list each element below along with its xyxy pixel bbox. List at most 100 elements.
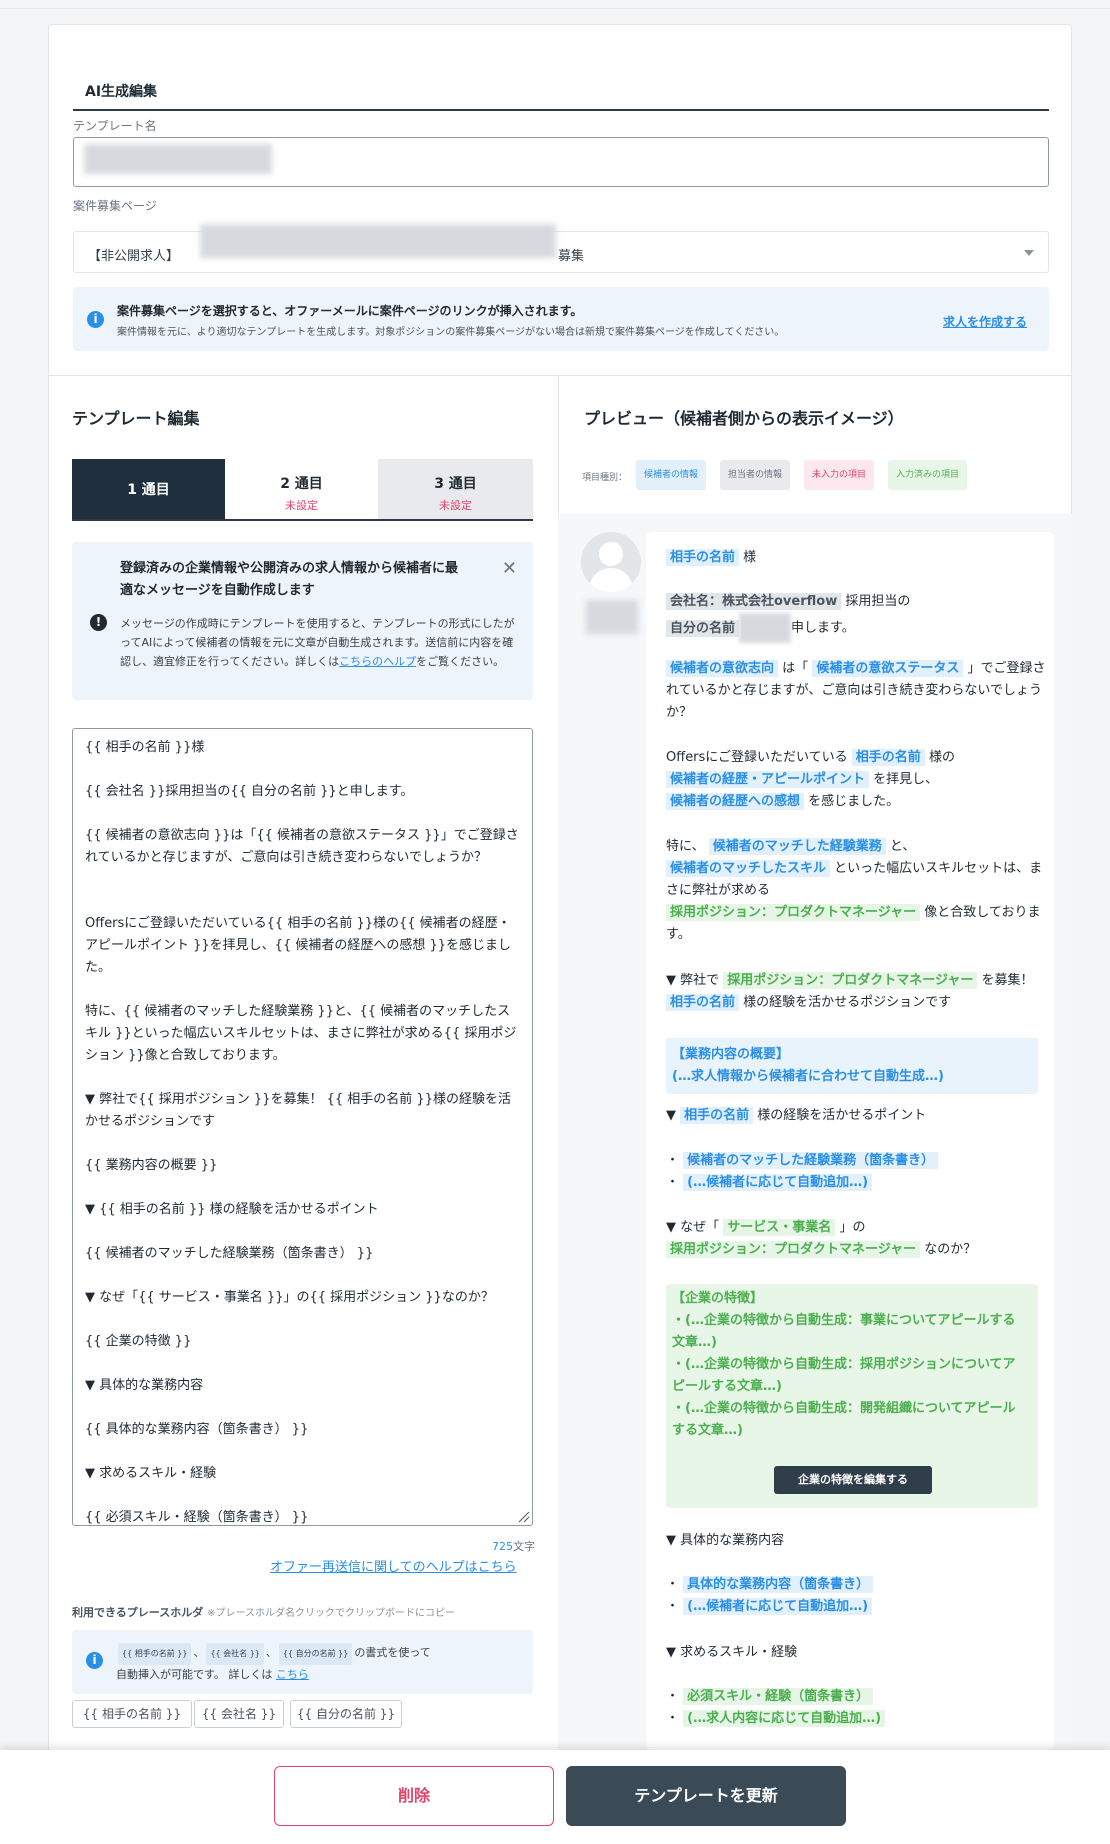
template-name-label: テンプレート名: [73, 119, 157, 133]
help-link[interactable]: こちらのヘルプ: [339, 655, 416, 668]
create-job-link[interactable]: 求人を作成する: [943, 313, 1027, 330]
char-unit: 文字: [513, 1540, 535, 1553]
job-page-label: 案件募集ページ: [73, 199, 157, 213]
placeholder-help-link[interactable]: こちら: [276, 1668, 309, 1681]
info-icon: i: [87, 311, 104, 328]
placeholder-label: 利用できるプレースホルダ ※プレースホルダ名クリックでクリップボードにコピー: [72, 1604, 455, 1620]
editor-line: ▼ {{ 相手の名前 }} 様の経験を活かせるポイント: [85, 1202, 379, 1217]
placeholder-info: i {{ 相手の名前 }}、{{ 会社名 }}、{{ 自分の名前 }} の書式を使…: [72, 1630, 533, 1694]
preview-intent: 候補者の意欲志向 は「 候補者の意欲ステータス 」でご登録されているかと存じます…: [666, 660, 1046, 720]
features-title: 【企業の特徴】: [672, 1291, 764, 1306]
placeholder-note: ※プレースホルダ名クリックでクリップボードにコピー: [207, 1608, 455, 1619]
section-divider: [49, 375, 1071, 376]
top-divider: [0, 8, 1110, 9]
update-template-button[interactable]: テンプレートを更新: [566, 1766, 846, 1826]
close-icon[interactable]: ✕: [502, 558, 517, 579]
edit-company-features-button[interactable]: 企業の特徴を編集する: [774, 1466, 932, 1494]
ai-notice-body: メッセージの作成時にテンプレートを使用すると、テンプレートの形式にしたがってAI…: [120, 614, 520, 671]
separator: 、: [265, 1646, 277, 1659]
preview-detail-list: ・ 具体的な業務内容（箇条書き）・ (…候補者に応じて自動追加…): [666, 1574, 1051, 1618]
editor-line: {{ 企業の特徴 }}: [85, 1334, 192, 1349]
features-item: ・(…企業の特徴から自動生成：事業についてアピールする文章…): [672, 1313, 1016, 1350]
editor-line: {{ 会社名 }}採用担当の{{ 自分の名前 }}と申します。: [85, 784, 414, 799]
tab-message-3-status: 未設定: [439, 499, 472, 512]
job-page-info-title: 案件募集ページを選択すると、オファーメールに案件ページのリンクが挿入されます。: [117, 304, 583, 318]
char-count: 725: [492, 1540, 513, 1553]
editor-line: {{ 候補者のマッチした経験業務（箇条書き） }}: [85, 1246, 374, 1261]
placeholder-info-text: {{ 相手の名前 }}、{{ 会社名 }}、{{ 自分の名前 }} の書式を使って…: [116, 1643, 431, 1685]
resize-handle-icon[interactable]: [516, 1509, 530, 1523]
placeholder-chip: {{ 会社名 }}: [206, 1643, 264, 1665]
delete-button[interactable]: 削除: [274, 1766, 554, 1826]
tab-message-3-label: 3 通目: [434, 476, 477, 492]
placeholder-info-text1: の書式を使って: [354, 1646, 431, 1659]
preview-greeting: 相手の名前 様: [666, 547, 1051, 569]
chevron-down-icon[interactable]: [1024, 250, 1034, 256]
placeholder-button-company[interactable]: {{ 会社名 }}: [194, 1700, 284, 1728]
features-item: ・(…企業の特徴から自動生成：開発組織についてアピールする文章…): [672, 1401, 1016, 1438]
editor-line: ▼ 弊社で{{ 採用ポジション }}を募集！ {{ 相手の名前 }}様の経験を活…: [85, 1092, 511, 1129]
alert-icon: !: [90, 614, 107, 631]
resend-help-link[interactable]: オファー再送信に関してのヘルプはこちら: [270, 1556, 517, 1575]
ai-notice: 登録済みの企業情報や公開済みの求人情報から候補者に最適なメッセージを自動作成しま…: [72, 542, 533, 700]
placeholder-button-name[interactable]: {{ 相手の名前 }}: [72, 1700, 192, 1728]
legend-label: 項目種別：: [582, 473, 628, 483]
legend-candidate: 候補者の情報: [636, 460, 707, 490]
editor-line: {{ 候補者の意欲志向 }}は「{{ 候補者の意欲ステータス }}」でご登録され…: [85, 828, 519, 865]
preview-required-list: ・ 必須スキル・経験（箇条書き）・ (…求人内容に応じて自動追加…): [666, 1686, 1051, 1730]
avatar: [581, 532, 641, 592]
editor-line: ▼ なぜ「{{ サービス・事業名 }}」の{{ 採用ポジション }}なのか？: [85, 1290, 494, 1305]
preview-point-list: ・ 候補者のマッチした経験業務（箇条書き）・ (…候補者に応じて自動追加…): [666, 1150, 1051, 1194]
editor-line: {{ 必須スキル・経験（箇条書き） }}: [85, 1510, 309, 1525]
legend-staff: 担当者の情報: [720, 460, 791, 490]
preview-intro: 会社名：株式会社overflow 採用担当の 自分の名前 申します。: [666, 591, 1051, 643]
preview-why: ▼ なぜ「 サービス・事業名 」の 採用ポジション：プロダクトマネージャー なのか…: [666, 1219, 977, 1258]
tab-message-2[interactable]: 2 通目 未設定: [225, 459, 378, 519]
char-counter: 725文字: [492, 1538, 535, 1554]
tab-message-1-label: 1 通目: [127, 482, 170, 498]
redacted-sender-name: [586, 600, 638, 634]
editor-line: {{ 相手の名前 }}様: [85, 740, 205, 755]
job-page-select[interactable]: 【非公開求人】 募集: [73, 224, 1049, 273]
ai-section-title: AI生成編集: [85, 84, 158, 100]
editor-line: Offersにご登録いただいている{{ 相手の名前 }}様の{{ 候補者の経歴・…: [85, 916, 512, 975]
job-page-value-suffix: 募集: [558, 249, 585, 264]
editor-line: 特に、{{ 候補者のマッチした経験業務 }}と、{{ 候補者のマッチしたスキル …: [85, 1004, 517, 1063]
preview-recruit: ▼ 弊社で 採用ポジション：プロダクトマネージャー を募集！ 相手の名前 様の経…: [666, 972, 1034, 1011]
placeholder-chip: {{ 自分の名前 }}: [278, 1643, 353, 1665]
legend-empty: 未入力の項目: [804, 460, 875, 490]
preview-offers: Offersにご登録いただいている 相手の名前 様の 候補者の経歴・アピールポイン…: [666, 749, 955, 810]
message-tabs: 1 通目 2 通目 未設定 3 通目 未設定: [72, 459, 533, 521]
editor-line: {{ 業務内容の概要 }}: [85, 1158, 218, 1173]
job-page-info: i 案件募集ページを選択すると、オファーメールに案件ページのリンクが挿入されます…: [73, 287, 1049, 351]
ai-notice-body-end: をご覧ください。: [416, 655, 505, 668]
template-edit-title: テンプレート編集: [72, 409, 200, 428]
redacted-template-name: [84, 144, 272, 174]
tab-message-2-label: 2 通目: [280, 476, 323, 492]
tab-message-3[interactable]: 3 通目 未設定: [378, 459, 533, 519]
editor-line: ▼ 求めるスキル・経験: [85, 1466, 217, 1481]
placeholder-info-text2: 自動挿入が可能です。 詳しくは: [116, 1668, 273, 1681]
company-features-box: 【企業の特徴】 ・(…企業の特徴から自動生成：事業についてアピールする文章…) …: [666, 1284, 1038, 1508]
editor-line: ▼ 具体的な業務内容: [85, 1378, 204, 1393]
info-icon: i: [86, 1652, 103, 1669]
action-bar: 削除 テンプレートを更新: [0, 1750, 1110, 1844]
template-textarea[interactable]: {{ 相手の名前 }}様 {{ 会社名 }}採用担当の{{ 自分の名前 }}と申…: [72, 728, 533, 1526]
ai-notice-heading: 登録済みの企業情報や公開済みの求人情報から候補者に最適なメッセージを自動作成しま…: [120, 561, 459, 598]
placeholder-chip: {{ 相手の名前 }}: [118, 1643, 192, 1665]
editor-line: {{ 具体的な業務内容（箇条書き） }}: [85, 1422, 309, 1437]
tab-message-2-status: 未設定: [285, 499, 318, 512]
legend-filled: 入力済みの項目: [888, 460, 968, 490]
tab-message-1[interactable]: 1 通目: [72, 459, 225, 519]
job-page-value-prefix: 【非公開求人】: [88, 249, 180, 264]
preview-point-heading: ▼ 相手の名前 様の経験を活かせるポイント: [666, 1107, 927, 1124]
placeholder-label-text: 利用できるプレースホルダ: [72, 1606, 204, 1619]
job-page-info-body: 案件情報を元に、より適切なテンプレートを生成します。対象ポジションの案件募集ペー…: [117, 327, 785, 338]
separator: 、: [193, 1646, 205, 1659]
template-name-input[interactable]: [73, 137, 1049, 187]
placeholder-button-myname[interactable]: {{ 自分の名前 }}: [290, 1700, 402, 1728]
preview-skills: 特に、 候補者のマッチした経験業務 と、 候補者のマッチしたスキル といった幅広い…: [666, 838, 1043, 942]
preview-summary-box: 【業務内容の概要】 (…求人情報から候補者に合わせて自動生成…): [666, 1038, 1038, 1094]
features-item: ・(…企業の特徴から自動生成：採用ポジションについてアピールする文章…): [672, 1357, 1016, 1394]
preview-skills-heading: ▼ 求めるスキル・経験: [666, 1645, 798, 1660]
